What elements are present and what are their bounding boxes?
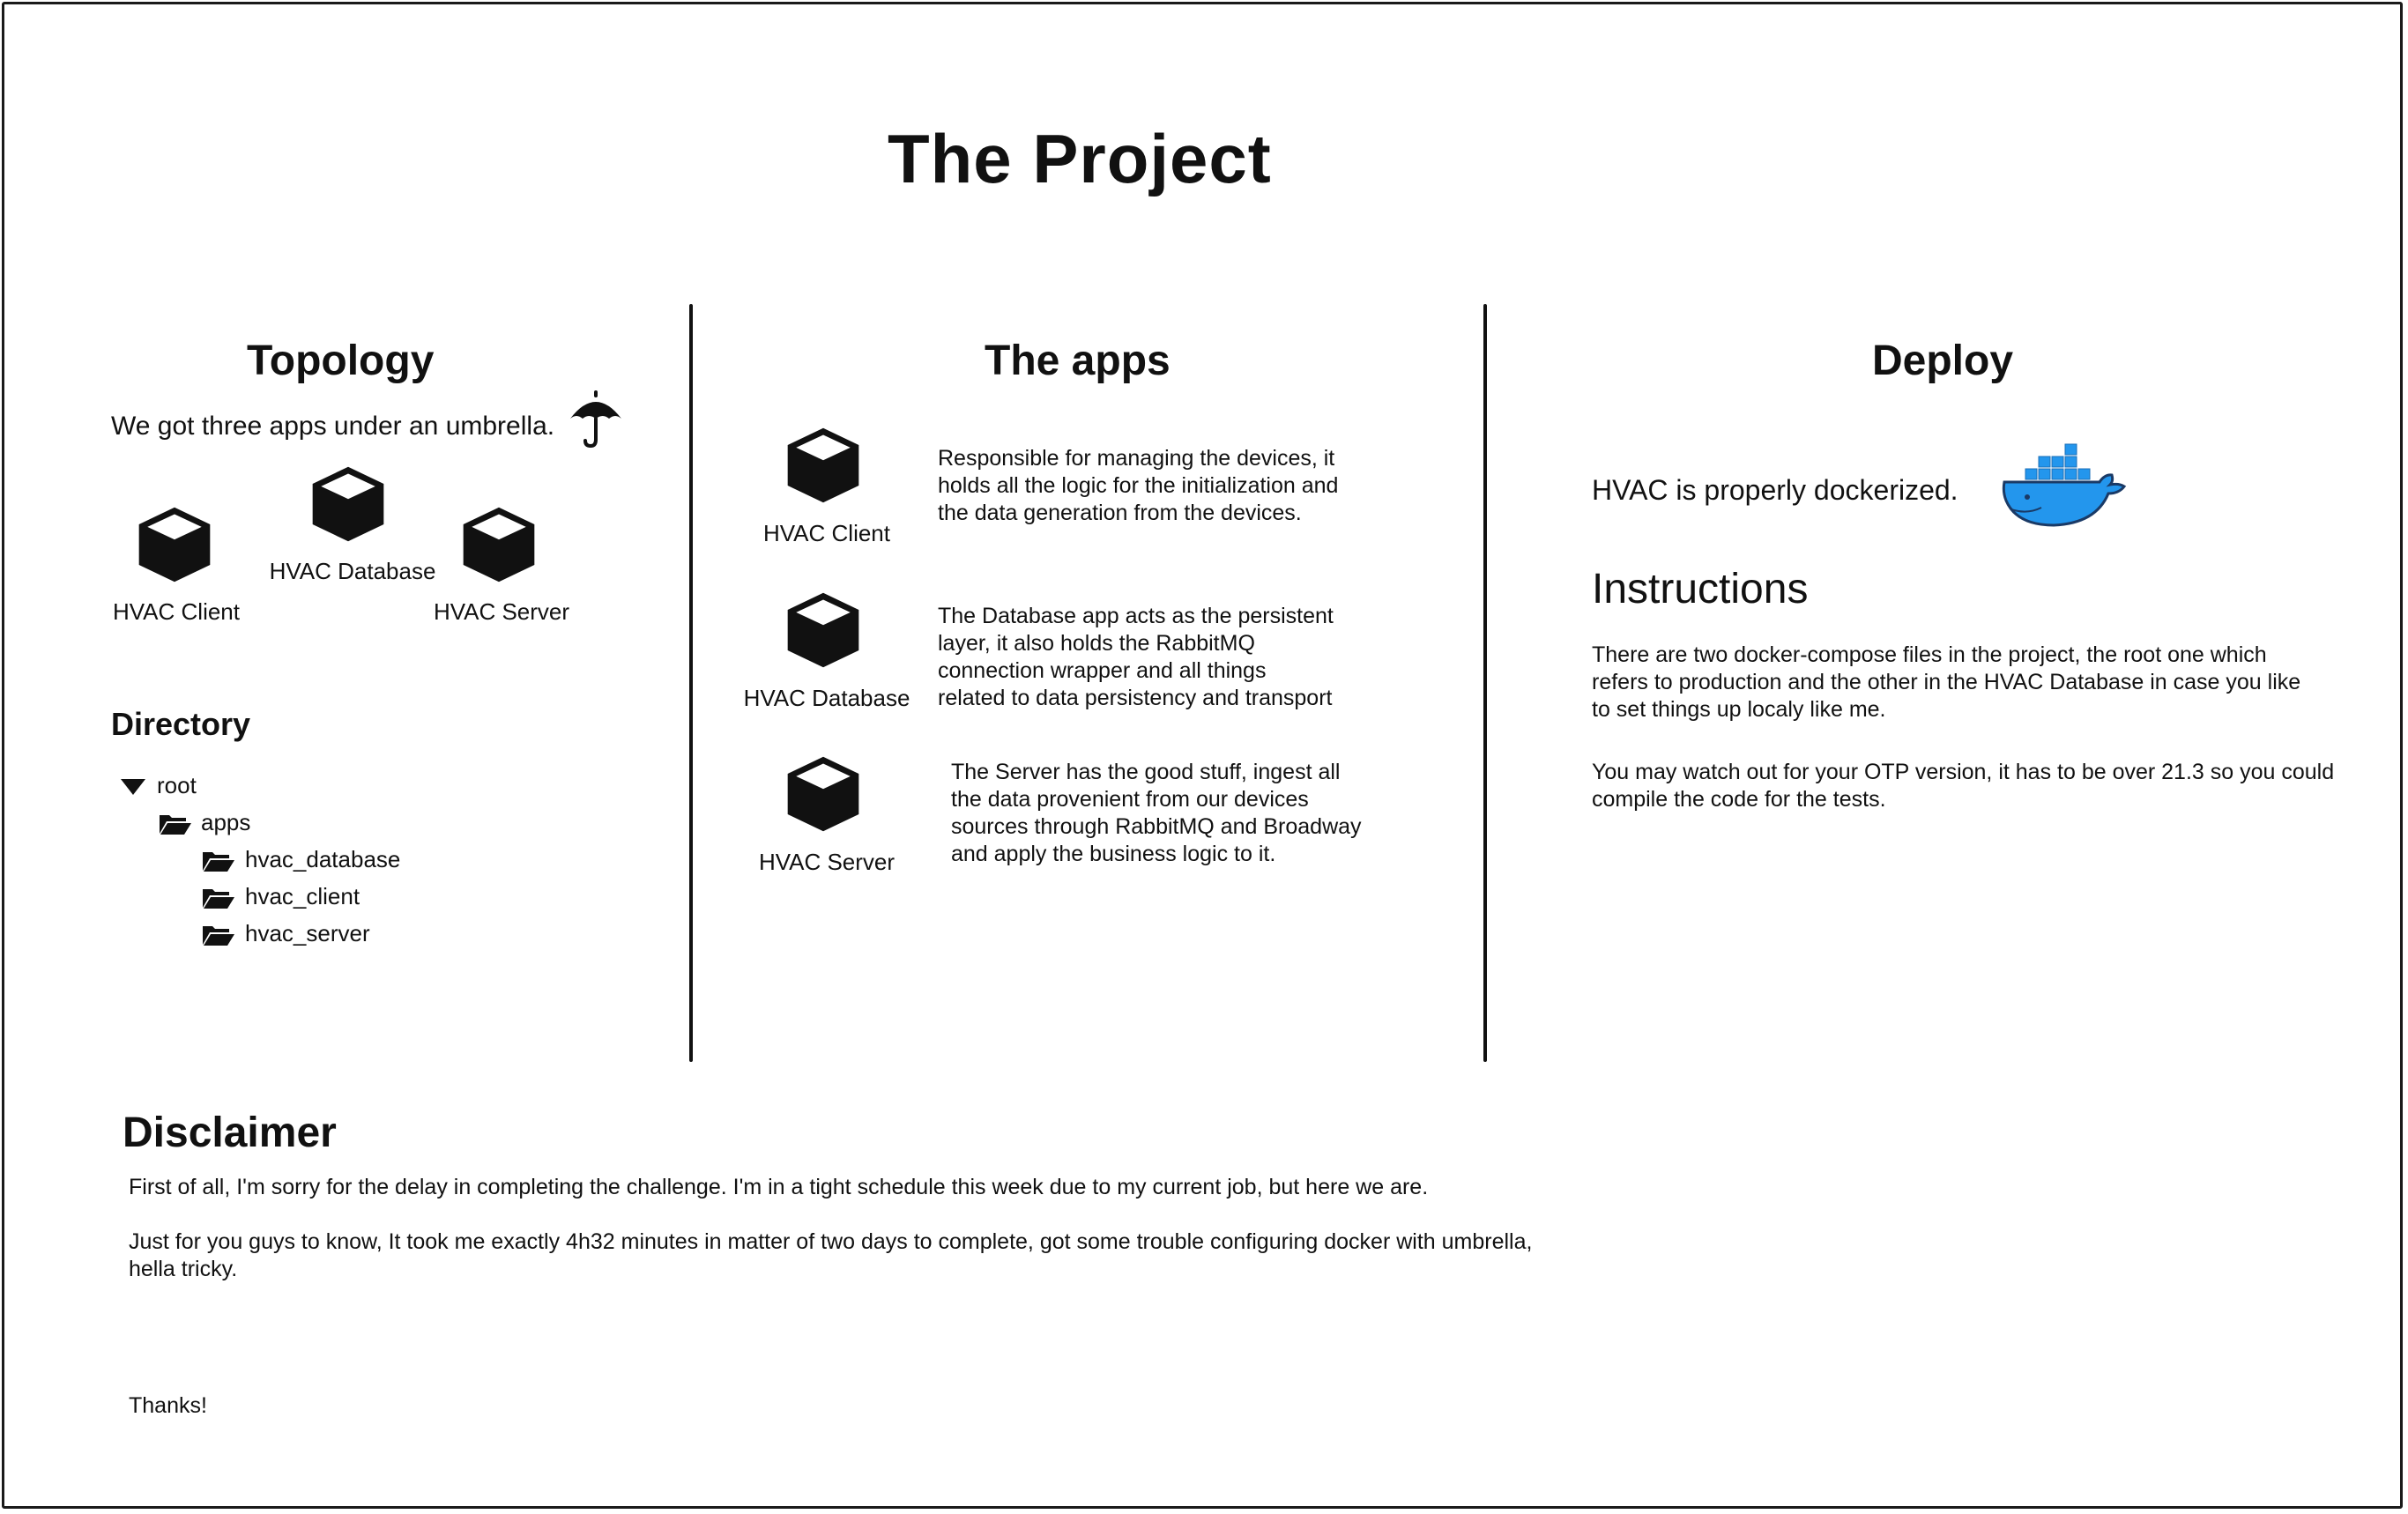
apps-heading: The apps — [985, 338, 1171, 384]
app-description-line: the data generation from the devices. — [938, 501, 1302, 525]
deploy-intro: HVAC is properly dockerized. — [1592, 474, 1958, 506]
instructions-paragraph-1: There are two docker-compose files in th… — [1592, 642, 2300, 724]
app-description-line: related to data persistency and transpor… — [938, 686, 1333, 710]
app-description-line: connection wrapper and all things — [938, 658, 1267, 683]
hvac-database-cube-icon — [312, 466, 384, 542]
topology-app-label-database: HVAC Database — [269, 558, 436, 584]
disclaimer-line-2: Just for you guys to know, It took me ex… — [129, 1228, 1532, 1283]
instructions-line: compile the code for the tests. — [1592, 787, 1886, 812]
app-description-client: Responsible for managing the devices, it… — [938, 445, 1338, 527]
directory-item-hvac-server: hvac_server — [245, 920, 370, 946]
app-label-server: HVAC Server — [758, 849, 896, 875]
umbrella-icon — [570, 390, 621, 449]
hvac-client-cube-icon — [787, 427, 859, 503]
instructions-line: to set things up localy like me. — [1592, 697, 1886, 722]
instructions-line: refers to production and the other in th… — [1592, 670, 2301, 694]
directory-item-root: root — [157, 772, 197, 798]
folder-open-icon — [203, 889, 234, 909]
app-description-line: The Database app acts as the persistent — [938, 604, 1334, 628]
folder-open-icon — [203, 852, 234, 872]
app-description-line: The Server has the good stuff, ingest al… — [951, 760, 1341, 784]
disclaimer-heading: Disclaimer — [123, 1110, 337, 1156]
topology-app-label-server: HVAC Server — [433, 598, 570, 625]
instructions-line: You may watch out for your OTP version, … — [1592, 760, 2335, 784]
disclaimer-thanks: Thanks! — [129, 1393, 207, 1418]
app-description-line: Responsible for managing the devices, it — [938, 446, 1335, 471]
hvac-database-cube-icon — [787, 592, 859, 668]
app-description-line: layer, it also holds the RabbitMQ — [938, 631, 1255, 656]
app-description-database: The Database app acts as the persistent … — [938, 603, 1334, 712]
instructions-line: There are two docker-compose files in th… — [1592, 642, 2267, 667]
disclaimer-line-2b: hella tricky. — [129, 1257, 238, 1281]
directory-heading: Directory — [111, 706, 251, 742]
instructions-heading: Instructions — [1592, 566, 1809, 612]
directory-item-hvac-client: hvac_client — [245, 883, 360, 909]
folder-open-icon — [160, 815, 191, 835]
app-description-line: holds all the logic for the initializati… — [938, 473, 1339, 498]
page-title: The Project — [888, 120, 1272, 197]
triangle-down-icon — [121, 779, 145, 795]
instructions-paragraph-2: You may watch out for your OTP version, … — [1592, 759, 2334, 813]
app-label-database: HVAC Database — [743, 685, 910, 711]
directory-item-apps: apps — [201, 809, 251, 835]
topology-intro: We got three apps under an umbrella. — [111, 412, 555, 441]
folder-open-icon — [203, 926, 234, 946]
hvac-server-cube-icon — [787, 756, 859, 832]
directory-item-hvac-database: hvac_database — [245, 846, 401, 872]
disclaimer-line-2a: Just for you guys to know, It took me ex… — [129, 1229, 1533, 1254]
column-divider-right — [1483, 304, 1487, 1062]
hvac-client-cube-icon — [138, 507, 211, 583]
app-description-line: the data provenient from our devices — [951, 787, 1309, 812]
app-description-line: sources through RabbitMQ and Broadway — [951, 814, 1362, 839]
app-label-client: HVAC Client — [762, 520, 890, 546]
deploy-heading: Deploy — [1872, 338, 2014, 384]
disclaimer-line-1: First of all, I'm sorry for the delay in… — [129, 1175, 1429, 1199]
column-divider-left — [689, 304, 693, 1062]
docker-whale-icon — [2002, 443, 2127, 527]
app-description-line: and apply the business logic to it. — [951, 842, 1276, 866]
topology-heading: Topology — [247, 338, 435, 384]
hvac-server-cube-icon — [463, 507, 535, 583]
app-description-server: The Server has the good stuff, ingest al… — [951, 759, 1362, 868]
topology-app-label-client: HVAC Client — [112, 598, 240, 625]
